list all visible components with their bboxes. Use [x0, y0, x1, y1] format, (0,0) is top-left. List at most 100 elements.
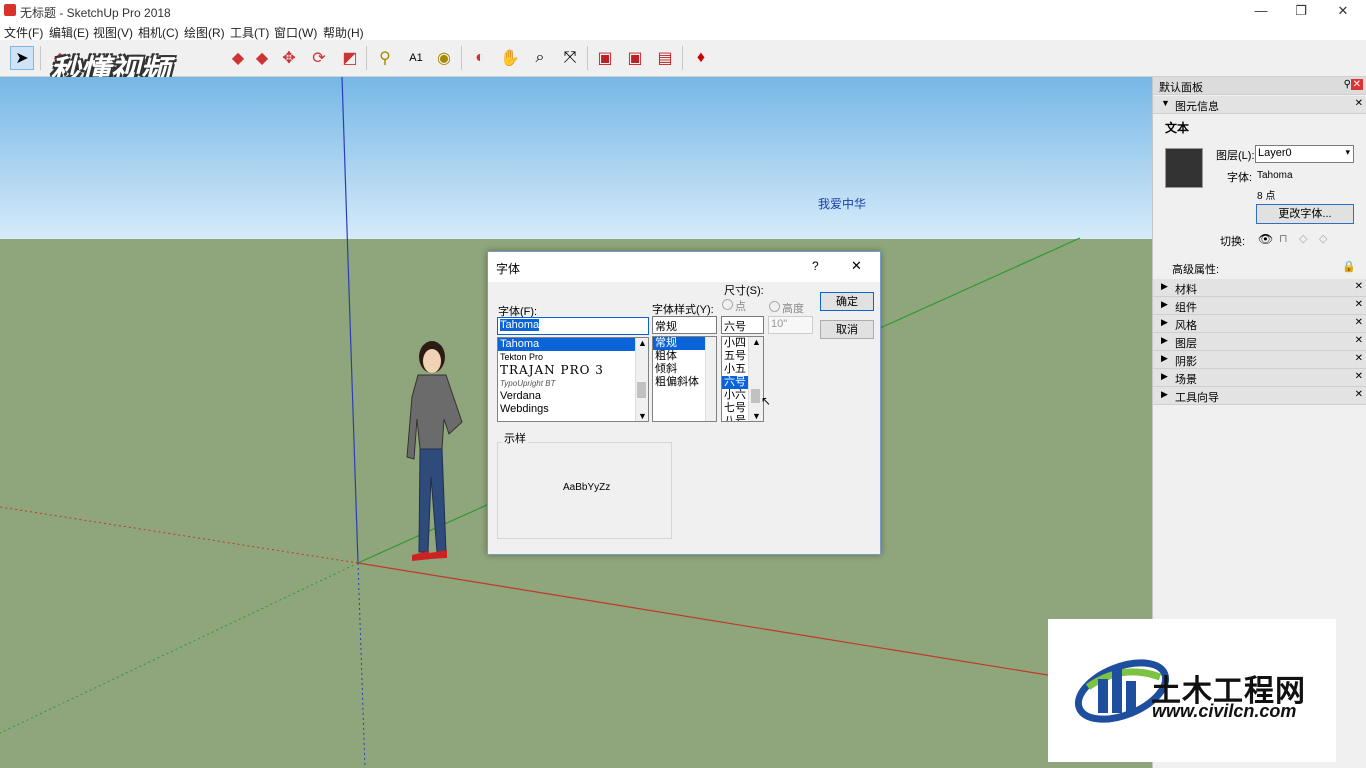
- blue-axis: [341, 77, 359, 564]
- pan-tool-icon[interactable]: ✋: [498, 46, 522, 70]
- font-family-list[interactable]: Tahoma Tekton Pro TRAJAN PRO 3 TypoUpright …: [497, 337, 649, 422]
- size-input[interactable]: 六号: [721, 316, 764, 334]
- close-icon[interactable]: ✕: [1355, 281, 1363, 292]
- layer-select[interactable]: Layer0 ▾: [1255, 145, 1354, 163]
- font-style-list[interactable]: 常规 粗体 倾斜 粗偏斜体: [652, 336, 717, 422]
- list-item[interactable]: Webdings: [498, 403, 648, 416]
- scrollbar[interactable]: [705, 337, 716, 421]
- menu-camera[interactable]: 相机(C): [138, 24, 179, 41]
- zoom-extents-icon[interactable]: ⤧: [558, 46, 582, 70]
- expand-arrow-icon: ▶: [1161, 299, 1168, 309]
- dialog-close-button[interactable]: ✕: [851, 258, 862, 274]
- font-family-input[interactable]: Tahoma: [497, 317, 649, 335]
- section-label: 风格: [1175, 320, 1197, 332]
- followme-tool-icon[interactable]: ◆: [250, 46, 274, 70]
- cancel-button[interactable]: 取消: [820, 320, 874, 339]
- font-style-label: 字体样式(Y):: [652, 304, 714, 316]
- receive-shadow-icon[interactable]: ◇: [1299, 232, 1307, 245]
- size-list[interactable]: 小四 五号 小五 六号 小六 七号 八号 ▲ ▼: [721, 336, 764, 422]
- list-item[interactable]: Tahoma: [498, 338, 648, 351]
- close-button[interactable]: ✕: [1323, 2, 1363, 20]
- section-shadows[interactable]: ▶ 阴影 ✕: [1153, 351, 1366, 369]
- section-instructor[interactable]: ▶ 工具向导 ✕: [1153, 387, 1366, 405]
- scrollbar[interactable]: ▲ ▼: [748, 337, 763, 421]
- 3d-text-label[interactable]: 我爱中华: [818, 195, 866, 212]
- extension-warehouse-icon[interactable]: ▣: [623, 46, 647, 70]
- dialog-title: 字体: [496, 262, 521, 276]
- change-font-button[interactable]: 更改字体...: [1256, 204, 1354, 224]
- menu-view[interactable]: 视图(V): [93, 24, 133, 41]
- tray-close-icon[interactable]: ✕: [1350, 79, 1363, 90]
- ok-button[interactable]: 确定: [820, 292, 874, 311]
- text-tool-icon[interactable]: A1: [404, 46, 428, 70]
- close-icon[interactable]: ✕: [1355, 98, 1363, 109]
- height-input[interactable]: 10": [768, 316, 813, 334]
- red-axis-negative: [0, 506, 359, 564]
- list-item[interactable]: Verdana: [498, 390, 648, 403]
- close-icon[interactable]: ✕: [1355, 317, 1363, 328]
- list-item[interactable]: TRAJAN PRO 3: [498, 364, 648, 377]
- red-axis: [357, 562, 1152, 693]
- orbit-tool-icon[interactable]: ◐: [468, 46, 492, 70]
- cast-shadow-icon[interactable]: ◇: [1319, 232, 1327, 245]
- section-scenes[interactable]: ▶ 场景 ✕: [1153, 369, 1366, 387]
- close-icon[interactable]: ✕: [1355, 335, 1363, 346]
- blue-axis-negative: [357, 562, 366, 768]
- layer-value: Layer0: [1258, 147, 1292, 159]
- lock-icon[interactable]: 🔒: [1342, 260, 1356, 273]
- paint-bucket-icon[interactable]: ◉: [432, 46, 456, 70]
- close-icon[interactable]: ✕: [1355, 353, 1363, 364]
- watermark-url: www.civilcn.com: [1152, 701, 1297, 721]
- font-style-input[interactable]: 常规: [652, 316, 717, 334]
- menu-tools[interactable]: 工具(T): [230, 24, 269, 41]
- zoom-tool-icon[interactable]: ⌕: [528, 46, 552, 70]
- menu-edit[interactable]: 编辑(E): [49, 24, 89, 41]
- scroll-down-icon[interactable]: ▼: [638, 411, 647, 421]
- points-radio[interactable]: [722, 299, 733, 310]
- scrollbar[interactable]: ▲ ▼: [635, 338, 648, 421]
- visible-toggle-icon[interactable]: 👁: [1258, 232, 1273, 246]
- section-materials[interactable]: ▶ 材料 ✕: [1153, 279, 1366, 297]
- scroll-up-icon[interactable]: ▲: [638, 338, 647, 348]
- sketchup-app-icon: [4, 4, 16, 16]
- scroll-up-icon[interactable]: ▲: [752, 337, 761, 347]
- section-layers[interactable]: ▶ 图层 ✕: [1153, 333, 1366, 351]
- lock-toggle-icon[interactable]: ⊓: [1279, 232, 1288, 245]
- close-icon[interactable]: ✕: [1355, 389, 1363, 400]
- scroll-thumb[interactable]: [751, 389, 760, 403]
- help-button[interactable]: ?: [812, 259, 819, 273]
- menu-file[interactable]: 文件(F): [4, 24, 43, 41]
- restore-button[interactable]: ❐: [1281, 2, 1321, 20]
- material-swatch[interactable]: [1165, 148, 1203, 188]
- main-toolbar: ➤ ◆ ◆ ◆ ✥ ⟳ ◩ ⚲ A1 ◉ ◐ ✋ ⌕ ⤧ ▣ ▣ ▤ ♦: [0, 40, 1366, 77]
- menu-window[interactable]: 窗口(W): [274, 24, 317, 41]
- select-tool-icon[interactable]: ➤: [10, 46, 34, 70]
- ruby-console-icon[interactable]: ♦: [689, 46, 713, 70]
- sample-text: AaBbYyZz: [563, 482, 611, 493]
- height-radio-label: 高度: [782, 303, 804, 315]
- scroll-down-icon[interactable]: ▼: [752, 411, 761, 421]
- warehouse-icon[interactable]: ▣: [593, 46, 617, 70]
- scale-tool-icon[interactable]: ◩: [338, 46, 362, 70]
- toolbar-separator: [366, 46, 367, 70]
- toolbar-separator: [40, 46, 41, 70]
- layout-icon[interactable]: ▤: [653, 46, 677, 70]
- entity-info-header[interactable]: ▼ 图元信息 ✕: [1153, 96, 1366, 114]
- pushpull-tool-icon[interactable]: ◆: [226, 46, 250, 70]
- section-label: 工具向导: [1175, 392, 1219, 404]
- font-label: 字体:: [1227, 172, 1253, 184]
- move-tool-icon[interactable]: ✥: [277, 46, 301, 70]
- menu-draw[interactable]: 绘图(R): [184, 24, 225, 41]
- rotate-tool-icon[interactable]: ⟳: [307, 46, 331, 70]
- menu-help[interactable]: 帮助(H): [323, 24, 364, 41]
- close-icon[interactable]: ✕: [1355, 371, 1363, 382]
- section-components[interactable]: ▶ 组件 ✕: [1153, 297, 1366, 315]
- section-styles[interactable]: ▶ 风格 ✕: [1153, 315, 1366, 333]
- close-icon[interactable]: ✕: [1355, 299, 1363, 310]
- height-radio[interactable]: [769, 301, 780, 312]
- tape-measure-icon[interactable]: ⚲: [373, 46, 397, 70]
- scroll-thumb[interactable]: [637, 382, 646, 398]
- list-item[interactable]: TypoUpright BT: [498, 377, 648, 390]
- minimize-button[interactable]: —: [1241, 2, 1281, 20]
- collapse-arrow-icon: ▼: [1161, 98, 1170, 108]
